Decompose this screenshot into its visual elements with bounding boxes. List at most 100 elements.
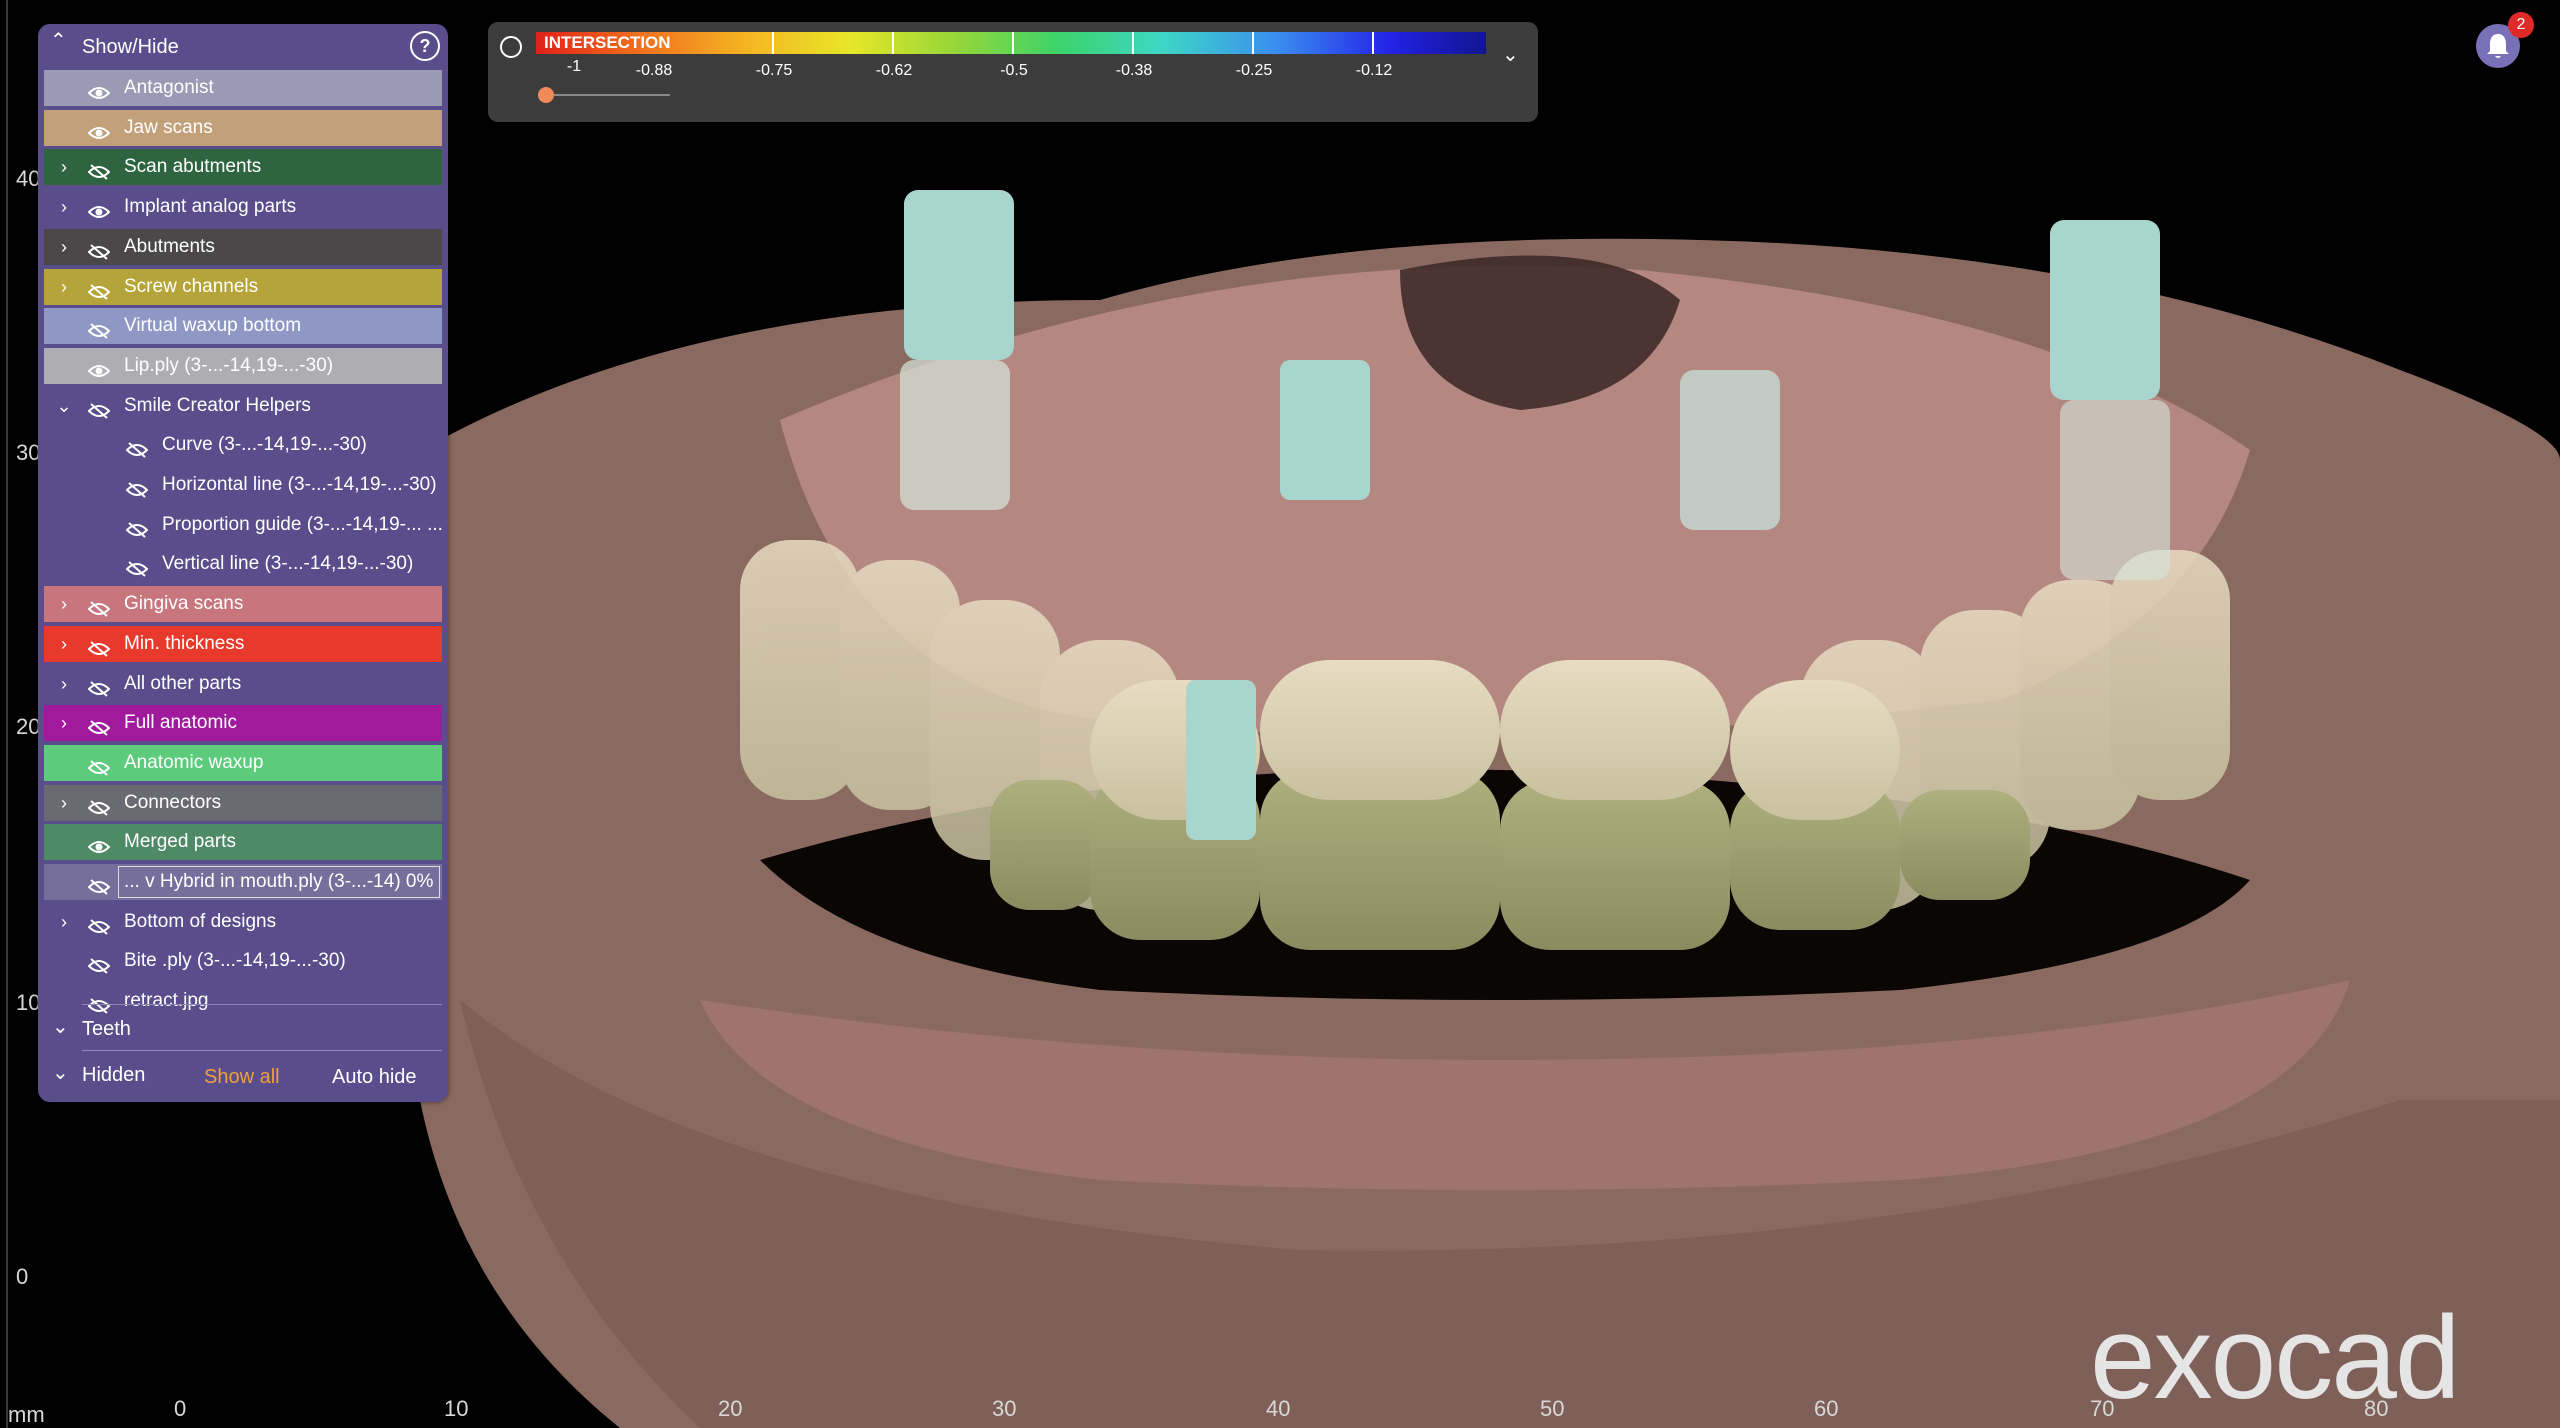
eye-icon[interactable]	[87, 357, 111, 377]
chevron-right-icon[interactable]: ›	[54, 785, 74, 821]
vertical-ruler	[0, 0, 8, 1428]
chevron-up-icon[interactable]: ⌃	[50, 28, 67, 53]
x-tick-label: 60	[1814, 1396, 1839, 1421]
colormap-title: INTERSECTION	[544, 33, 671, 52]
eye-slash-icon[interactable]	[87, 873, 111, 895]
layer-row[interactable]: › Abutments	[44, 228, 442, 265]
anatomic-crowns	[990, 660, 2030, 950]
show-all-button[interactable]: Show all	[204, 1060, 280, 1094]
eye-slash-icon[interactable]	[87, 278, 111, 300]
layer-row[interactable]: › Connectors	[44, 784, 442, 821]
eye-slash-icon[interactable]	[87, 794, 111, 816]
chevron-right-icon[interactable]: ›	[54, 666, 74, 702]
chevron-down-icon[interactable]: ⌄	[52, 1056, 69, 1090]
slider-handle[interactable]	[538, 87, 554, 103]
scale-label: -0.88	[635, 62, 673, 79]
layer-row[interactable]: Merged parts	[44, 824, 442, 861]
layer-label: Anatomic waxup	[124, 751, 264, 773]
eye-slash-icon[interactable]	[87, 158, 111, 181]
chevron-right-icon[interactable]: ›	[54, 904, 74, 940]
threshold-slider[interactable]	[546, 94, 670, 96]
layer-row[interactable]: Lip.ply (3-...-14,19-...-30)	[44, 347, 442, 384]
layer-row[interactable]: › Full anatomic	[44, 705, 442, 742]
chevron-right-icon[interactable]: ›	[54, 149, 74, 185]
eye-slash-icon[interactable]	[125, 476, 149, 498]
layer-row[interactable]: Jaw scans	[44, 109, 442, 146]
layer-label: Curve (3-...-14,19-...-30)	[162, 434, 367, 456]
layer-row[interactable]: › Screw channels	[44, 268, 442, 305]
ruler-unit: mm	[8, 1402, 45, 1427]
eye-slash-icon[interactable]	[87, 714, 111, 736]
layer-row[interactable]: › Scan abutments	[44, 149, 442, 186]
eye-icon[interactable]	[87, 198, 111, 219]
eye-slash-icon[interactable]	[87, 635, 111, 657]
eye-slash-icon[interactable]	[87, 397, 111, 419]
auto-hide-button[interactable]: Auto hide	[332, 1060, 417, 1094]
layer-label: Horizontal line (3-...-14,19-...-30)	[162, 474, 437, 495]
layer-row[interactable]: › All other parts	[44, 666, 442, 702]
eye-slash-icon[interactable]	[87, 675, 111, 697]
layer-row[interactable]: ... v Hybrid in mouth.ply (3-...-14) 0%	[44, 864, 442, 900]
eye-slash-icon[interactable]	[87, 238, 111, 260]
chevron-down-icon[interactable]: ⌄	[1502, 42, 1519, 67]
chevron-right-icon[interactable]: ›	[54, 586, 74, 622]
layer-row[interactable]: Antagonist	[44, 70, 442, 106]
scale-label: -0.5	[1000, 62, 1028, 79]
x-tick-label: 50	[1540, 1396, 1565, 1421]
eye-slash-icon[interactable]	[87, 595, 111, 617]
layer-label: Connectors	[124, 791, 222, 813]
layer-row[interactable]: Bite .ply (3-...-14,19-...-30)	[44, 943, 442, 979]
layer-row[interactable]: Proportion guide (3-...-14,19-... ...	[44, 507, 443, 543]
layer-label: Min. thickness	[124, 632, 245, 654]
chevron-right-icon[interactable]: ›	[54, 189, 74, 225]
chevron-right-icon[interactable]: ›	[54, 705, 74, 741]
layer-label: Smile Creator Helpers	[124, 394, 311, 416]
eye-slash-icon[interactable]	[87, 992, 111, 1014]
eye-slash-icon[interactable]	[125, 555, 149, 578]
layer-row[interactable]: Virtual waxup bottom	[44, 308, 442, 345]
layer-label: Bottom of designs	[124, 910, 277, 932]
layer-label: Abutments	[124, 235, 215, 257]
layer-row[interactable]: › Bottom of designs	[44, 904, 442, 940]
chevron-right-icon[interactable]: ›	[54, 626, 74, 662]
hidden-section[interactable]: Hidden	[82, 1058, 145, 1092]
layer-row[interactable]: › Gingiva scans	[44, 586, 442, 623]
eye-slash-icon[interactable]	[87, 317, 111, 339]
help-icon[interactable]: ?	[410, 31, 440, 61]
eye-slash-icon[interactable]	[125, 516, 149, 538]
scale-label: -1	[566, 58, 582, 75]
scale-tick	[1252, 32, 1254, 54]
eye-icon[interactable]	[87, 119, 111, 139]
layer-label: Antagonist	[124, 77, 214, 98]
eye-slash-icon[interactable]	[87, 754, 111, 776]
chevron-right-icon[interactable]: ›	[54, 269, 74, 305]
teeth-section[interactable]: Teeth	[82, 1012, 131, 1046]
y-tick-label: 10	[16, 990, 41, 1015]
panel-header[interactable]: ⌃ Show/Hide ?	[38, 24, 448, 68]
layer-row[interactable]: Anatomic waxup	[44, 744, 442, 781]
exocad-logo: exocad	[2090, 1292, 2461, 1424]
eye-icon[interactable]	[87, 79, 111, 99]
divider	[82, 1050, 442, 1051]
scale-tick	[772, 32, 774, 54]
x-tick-label: 30	[992, 1396, 1017, 1421]
chevron-down-icon[interactable]: ⌄	[54, 388, 74, 424]
layer-row[interactable]: Curve (3-...-14,19-...-30)	[44, 427, 442, 463]
chevron-down-icon[interactable]: ⌄	[52, 1010, 69, 1044]
eye-slash-icon[interactable]	[87, 952, 111, 975]
layer-row[interactable]: › Min. thickness	[44, 625, 442, 662]
layer-label: Scan abutments	[124, 156, 262, 178]
layer-row[interactable]: Horizontal line (3-...-14,19-...-30)	[44, 467, 442, 503]
layer-row[interactable]: › Implant analog parts	[44, 189, 442, 225]
layer-row[interactable]: ⌄ Smile Creator Helpers	[44, 388, 442, 424]
layer-label: Lip.ply (3-...-14,19-...-30)	[124, 354, 334, 376]
layer-label: Merged parts	[124, 831, 236, 853]
layer-label: Vertical line (3-...-14,19-...-30)	[162, 553, 414, 575]
chevron-right-icon[interactable]: ›	[54, 229, 74, 265]
layer-label: Gingiva scans	[124, 593, 244, 615]
eye-slash-icon[interactable]	[87, 913, 111, 935]
eye-slash-icon[interactable]	[125, 436, 149, 459]
gauge-icon[interactable]	[500, 36, 522, 58]
layer-row[interactable]: Vertical line (3-...-14,19-...-30)	[44, 546, 442, 582]
eye-icon[interactable]	[87, 833, 111, 854]
